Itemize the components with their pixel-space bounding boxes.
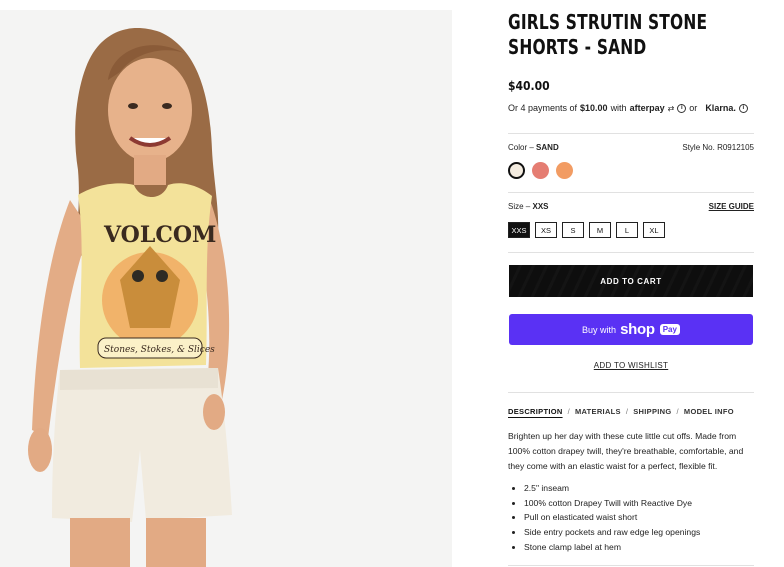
size-option-xl[interactable]: XL bbox=[643, 222, 665, 238]
color-dash: – bbox=[529, 143, 534, 152]
afterpay-arrows-icon: ⇄ bbox=[667, 103, 675, 113]
size-guide-link[interactable]: SIZE GUIDE bbox=[709, 202, 754, 211]
product-price: $40.00 bbox=[508, 79, 550, 93]
tab-materials[interactable]: MATERIALS bbox=[575, 407, 621, 416]
color-label: Color bbox=[508, 143, 528, 152]
buy-with-label: Buy with bbox=[582, 324, 617, 335]
divider bbox=[508, 392, 754, 393]
color-row: Color – SAND Style No. R0912105 bbox=[508, 143, 754, 152]
product-image[interactable]: VOLCOM Stones, Stokes, & Slices bbox=[0, 10, 452, 567]
divider bbox=[508, 133, 754, 134]
shop-pay-logo: shop bbox=[620, 321, 655, 338]
size-option-s[interactable]: S bbox=[562, 222, 584, 238]
divider bbox=[508, 565, 754, 566]
installment-info: Or 4 payments of $10.00 with afterpay ⇄ … bbox=[508, 103, 758, 113]
color-swatches bbox=[508, 162, 573, 179]
size-row: Size – XXS SIZE GUIDE bbox=[508, 202, 754, 211]
swatch-coral[interactable] bbox=[532, 162, 549, 179]
installment-amount: $10.00 bbox=[580, 103, 608, 113]
installment-with: with bbox=[610, 103, 627, 113]
swatch-orange[interactable] bbox=[556, 162, 573, 179]
installment-or: or bbox=[689, 103, 698, 113]
list-item: Stone clamp label at hem bbox=[512, 540, 764, 555]
tab-separator: / bbox=[676, 407, 679, 416]
shirt-logo-text: VOLCOM bbox=[103, 222, 216, 248]
info-tabs: DESCRIPTION / MATERIALS / SHIPPING / MOD… bbox=[508, 407, 734, 416]
product-description: Brighten up her day with these cute litt… bbox=[508, 431, 744, 471]
tab-model-info[interactable]: MODEL INFO bbox=[684, 407, 734, 416]
divider bbox=[508, 192, 754, 193]
list-item: Side entry pockets and raw edge leg open… bbox=[512, 525, 764, 540]
list-item: Pull on elasticated waist short bbox=[512, 510, 764, 525]
add-to-cart-button[interactable]: ADD TO CART bbox=[509, 265, 753, 297]
size-option-l[interactable]: L bbox=[616, 222, 638, 238]
afterpay-info-icon[interactable]: i bbox=[677, 103, 687, 113]
afterpay-logo: afterpay bbox=[629, 103, 665, 113]
size-label: Size bbox=[508, 202, 524, 211]
size-option-m[interactable]: M bbox=[589, 222, 611, 238]
size-option-xxs[interactable]: XXS bbox=[508, 222, 530, 238]
style-label: Style No. bbox=[682, 143, 715, 152]
shirt-slogan-text: Stones, Stokes, & Slices bbox=[104, 345, 215, 355]
swatch-sand[interactable] bbox=[508, 162, 525, 179]
size-option-xs[interactable]: XS bbox=[535, 222, 557, 238]
tab-description[interactable]: DESCRIPTION bbox=[508, 407, 563, 416]
tab-separator: / bbox=[567, 407, 570, 416]
installment-prefix: Or 4 payments of bbox=[508, 103, 578, 113]
style-number: R0912105 bbox=[717, 143, 754, 152]
size-options: XXS XS S M L XL bbox=[508, 222, 665, 238]
size-value: XXS bbox=[532, 202, 549, 211]
size-dash: – bbox=[525, 202, 531, 211]
feature-list: 2.5" inseam 100% cotton Drapey Twill wit… bbox=[512, 481, 764, 555]
klarna-logo: Klarna. bbox=[705, 103, 736, 113]
product-title: GIRLS STRUTIN STONE SHORTS - SAND bbox=[508, 10, 708, 59]
pay-badge: Pay bbox=[659, 324, 680, 335]
tab-shipping[interactable]: SHIPPING bbox=[633, 407, 671, 416]
list-item: 2.5" inseam bbox=[512, 481, 764, 496]
shop-pay-button[interactable]: Buy with shop Pay bbox=[509, 314, 753, 345]
divider bbox=[508, 252, 754, 253]
add-to-wishlist-link[interactable]: ADD TO WISHLIST bbox=[508, 361, 754, 370]
tab-separator: / bbox=[625, 407, 629, 416]
list-item: 100% cotton Drapey Twill with Reactive D… bbox=[512, 496, 764, 511]
color-value: SAND bbox=[536, 143, 559, 152]
klarna-info-icon[interactable]: i bbox=[738, 103, 748, 113]
